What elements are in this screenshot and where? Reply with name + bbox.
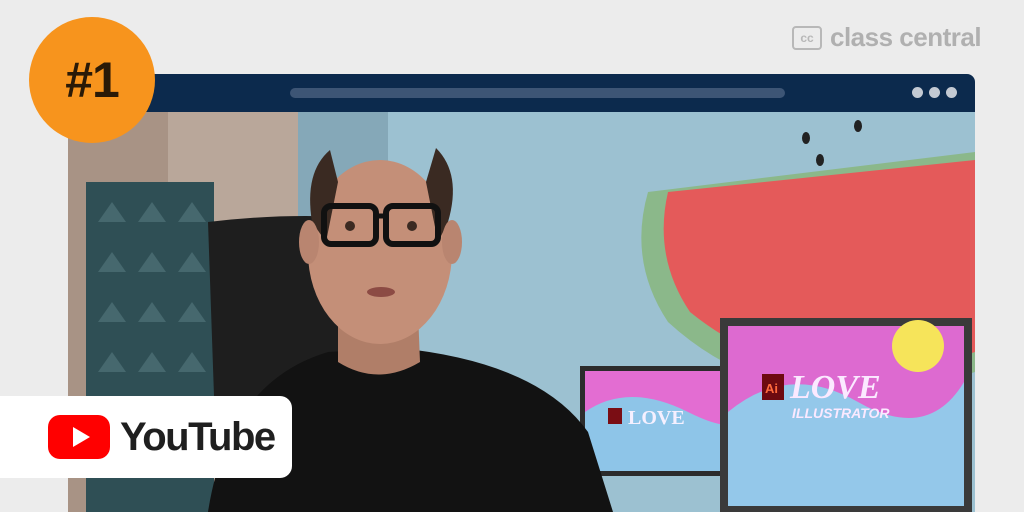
ai-logo-small — [608, 408, 622, 424]
seed — [854, 120, 862, 132]
monitor-large-text: LOVE — [789, 369, 881, 406]
dot — [912, 87, 923, 98]
youtube-play-icon — [48, 415, 110, 459]
rank-badge: #1 — [29, 17, 155, 143]
dot — [929, 87, 940, 98]
address-bar[interactable] — [290, 88, 785, 98]
more-dots-icon[interactable] — [912, 87, 957, 98]
brand-name: class central — [830, 22, 982, 52]
ear-right — [442, 220, 462, 264]
dot — [946, 87, 957, 98]
youtube-label: YouTube — [0, 396, 292, 478]
cc-logo-icon: cc — [792, 25, 822, 50]
ai-logo-text: Ai — [765, 381, 778, 396]
ear-left — [299, 220, 319, 264]
seed — [802, 132, 810, 144]
monitor-large-subtext: ILLUSTRATOR — [792, 405, 890, 421]
eye — [407, 221, 417, 231]
eye — [345, 221, 355, 231]
screen-blob — [892, 320, 944, 372]
seed — [816, 154, 824, 166]
youtube-wordmark: YouTube — [120, 414, 276, 459]
mouth — [367, 287, 395, 297]
class-central-brand: cc class central — [792, 22, 982, 53]
monitor-small-text: LOVE — [628, 407, 685, 429]
browser-titlebar — [68, 74, 975, 112]
